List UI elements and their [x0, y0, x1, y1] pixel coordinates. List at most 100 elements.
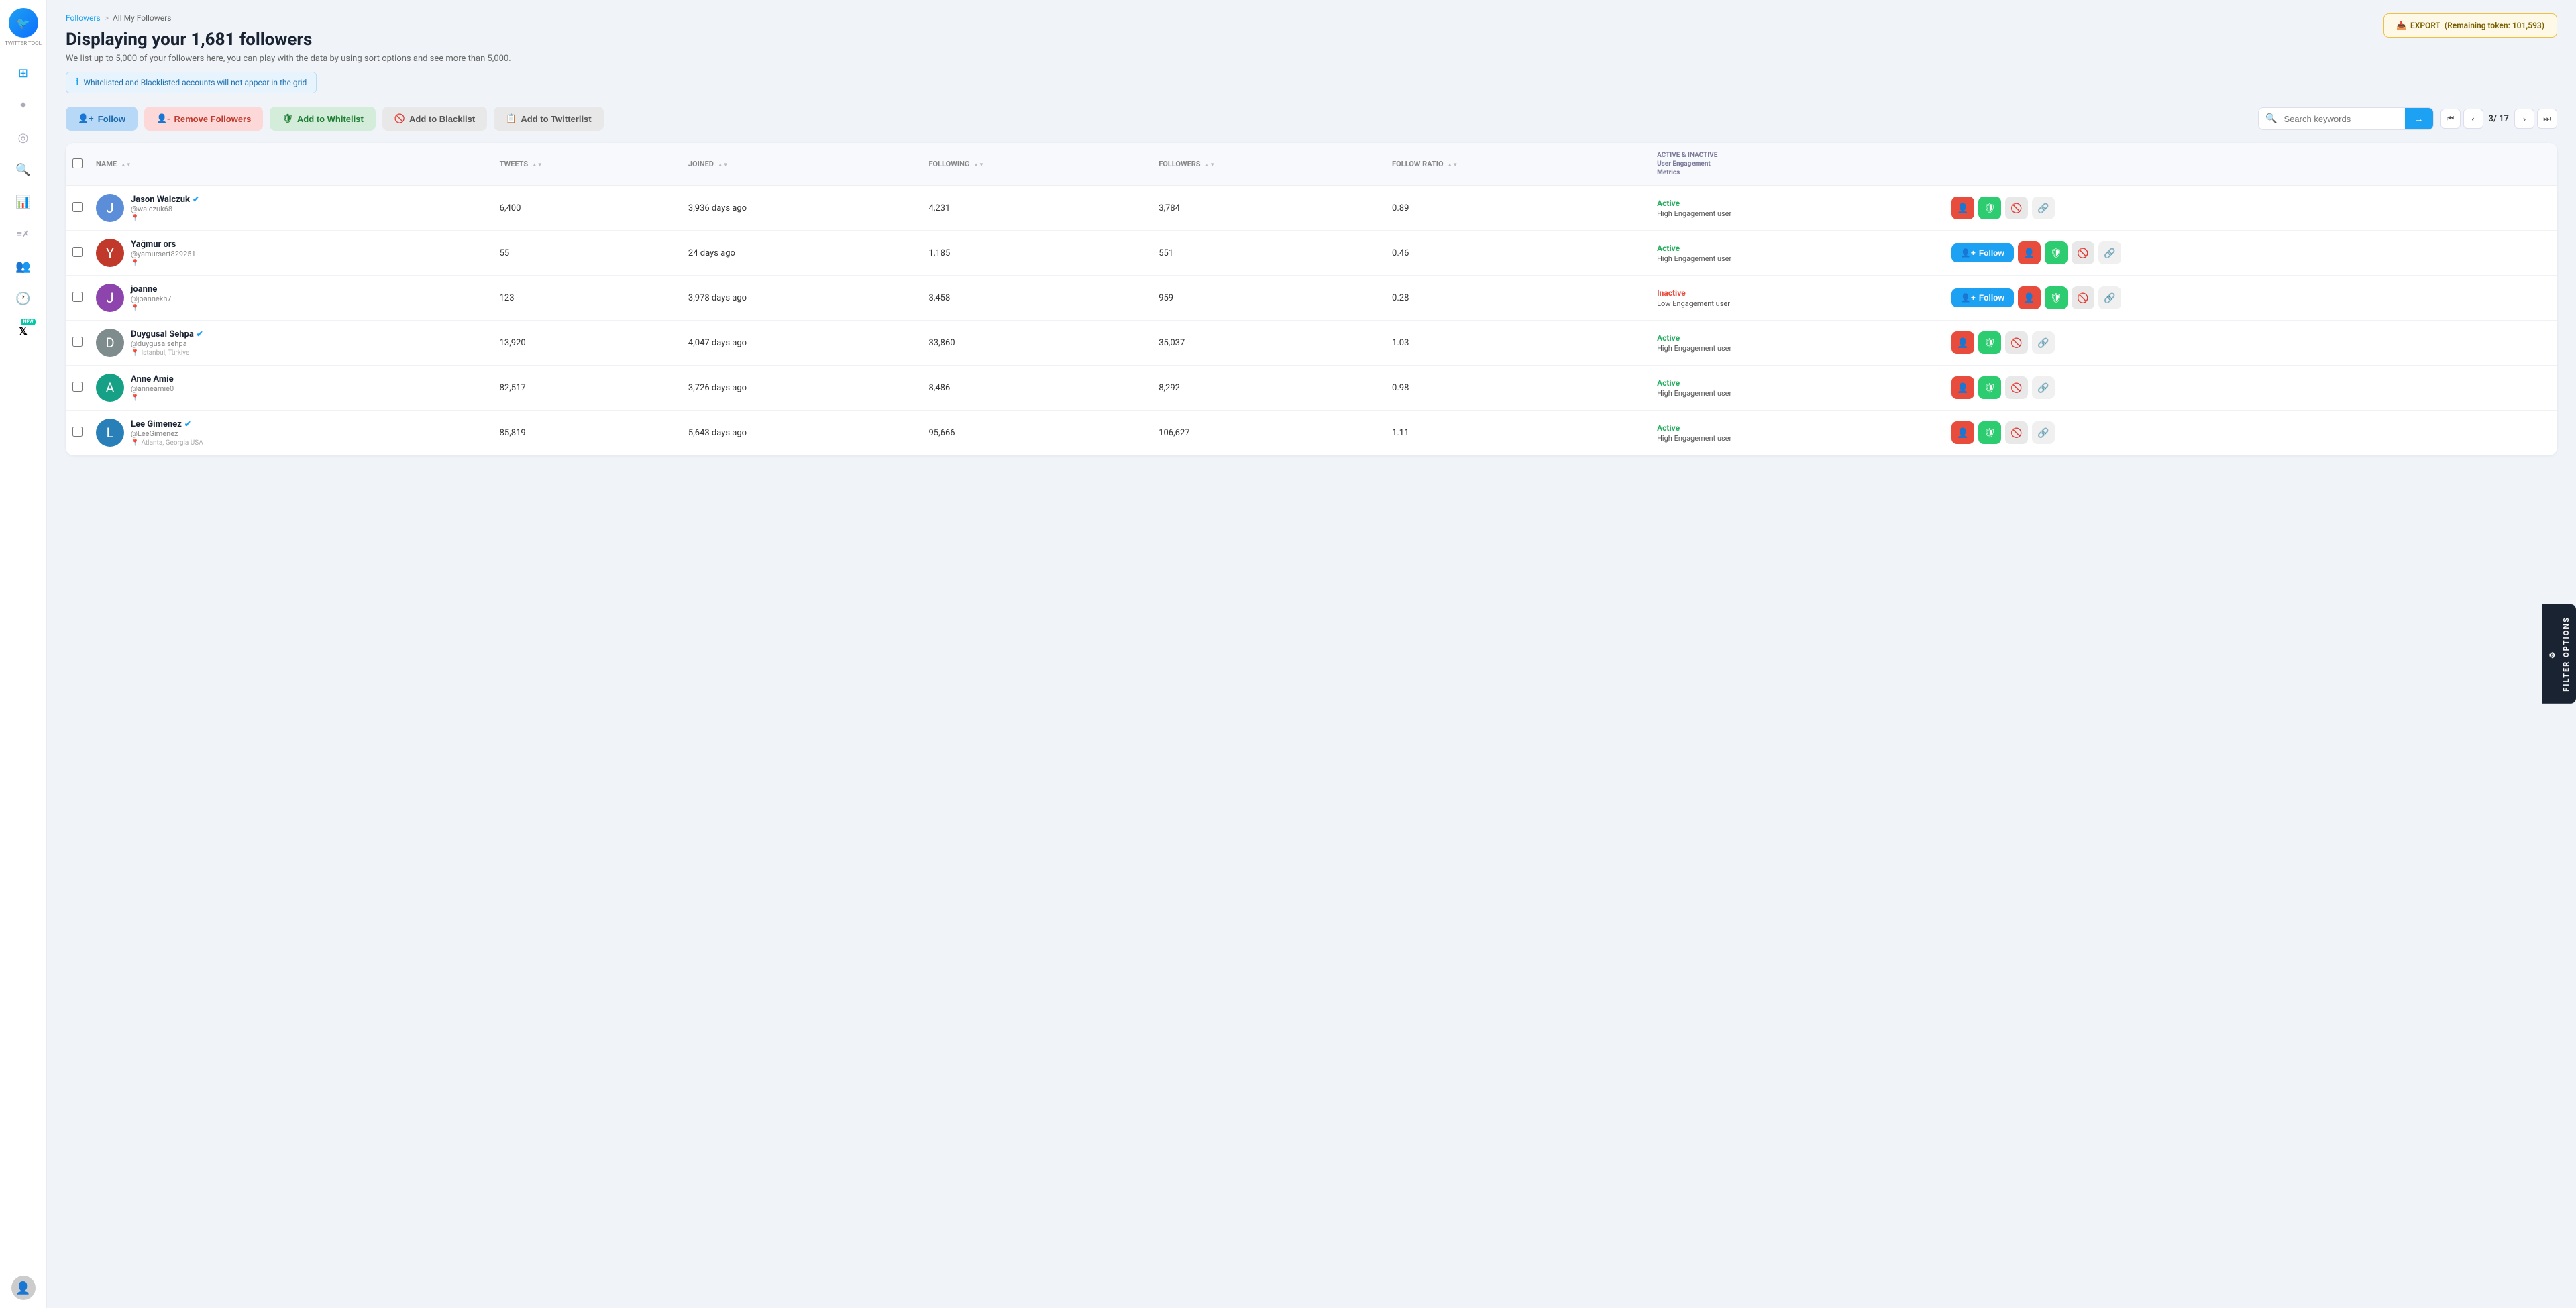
- link-user-button[interactable]: 🔗: [2032, 331, 2055, 354]
- sidebar-item-people[interactable]: 👥: [10, 253, 37, 280]
- row-actions: 👤 🛡 🚫 🔗: [1951, 331, 2551, 354]
- sidebar-item-x[interactable]: 𝕏 NEW: [10, 317, 37, 344]
- whitelist-user-button[interactable]: 🛡: [2045, 241, 2068, 264]
- whitelist-user-button[interactable]: 🛡: [1978, 197, 2001, 219]
- user-cell: J joanne @joannekh7 📍: [89, 276, 493, 321]
- col-engagement-label: User Engagement: [1657, 160, 1938, 168]
- sidebar-item-network[interactable]: ✦: [10, 92, 37, 119]
- sort-tweets-icon[interactable]: ▲▼: [532, 162, 543, 168]
- user-handle: @anneamie0: [131, 384, 174, 393]
- link-user-button[interactable]: 🔗: [2032, 421, 2055, 444]
- sort-joined-icon[interactable]: ▲▼: [718, 162, 729, 168]
- follow-btn-icon: 👤+: [1961, 293, 1976, 303]
- search-submit-button[interactable]: →: [2405, 108, 2433, 129]
- remove-followers-button[interactable]: 👤- Remove Followers: [144, 107, 263, 131]
- user-handle: @joannekh7: [131, 294, 172, 303]
- pagination: ⏮ ‹ 3/ 17 › ⏭: [2440, 109, 2557, 129]
- filter-options-tab[interactable]: ⚙ FILTER OPTIONS: [2542, 604, 2576, 704]
- table-row: J Jason Walczuk ✔ @walczuk68 📍 6,400 3,9…: [66, 186, 2557, 231]
- blacklist-user-button[interactable]: 🚫: [2005, 376, 2028, 399]
- remove-user-button[interactable]: 👤: [1951, 331, 1974, 354]
- sidebar-item-list-x[interactable]: ≡✗: [10, 221, 37, 248]
- blacklist-user-button[interactable]: 🚫: [2005, 331, 2028, 354]
- avatar: D: [96, 329, 124, 357]
- follow-user-button[interactable]: 👤+ Follow: [1951, 243, 2014, 262]
- whitelist-user-button[interactable]: 🛡: [2045, 286, 2068, 309]
- row-checkbox-1[interactable]: [72, 247, 83, 257]
- add-to-whitelist-button[interactable]: 🛡 Add to Whitelist: [270, 107, 375, 131]
- ratio-cell: 1.03: [1385, 321, 1650, 366]
- logo-icon[interactable]: 🐦: [9, 8, 38, 38]
- sort-following-icon[interactable]: ▲▼: [973, 162, 984, 168]
- row-checkbox-0[interactable]: [72, 202, 83, 212]
- col-metrics-label: Metrics: [1657, 168, 1938, 177]
- status-cell: Active High Engagement user: [1650, 366, 1945, 411]
- following-cell: 8,486: [922, 366, 1152, 411]
- user-name: Lee Gimenez ✔: [131, 419, 203, 429]
- whitelist-user-button[interactable]: 🛡: [1978, 421, 2001, 444]
- pagination-next-button[interactable]: ›: [2514, 109, 2534, 129]
- blacklist-user-button[interactable]: 🚫: [2072, 241, 2094, 264]
- select-all-checkbox[interactable]: [72, 158, 83, 168]
- link-user-button[interactable]: 🔗: [2032, 197, 2055, 219]
- follow-user-button[interactable]: 👤+ Follow: [1951, 288, 2014, 307]
- page-subtitle: We list up to 5,000 of your followers he…: [66, 54, 2557, 64]
- avatar[interactable]: 👤: [11, 1276, 36, 1300]
- whitelist-user-button[interactable]: 🛡: [1978, 376, 2001, 399]
- followers-cell: 551: [1152, 231, 1385, 276]
- whitelist-user-button[interactable]: 🛡: [1978, 331, 2001, 354]
- remove-user-button[interactable]: 👤: [2018, 241, 2041, 264]
- ratio-cell: 0.98: [1385, 366, 1650, 411]
- remove-user-button[interactable]: 👤: [1951, 376, 1974, 399]
- user-cell: A Anne Amie @anneamie0 📍: [89, 366, 493, 411]
- engagement-label: High Engagement user: [1657, 254, 1938, 263]
- table-row: Y Yağmur ors @yamursert829251 📍 55 24 da…: [66, 231, 2557, 276]
- pagination-first-button[interactable]: ⏮: [2440, 109, 2461, 129]
- add-to-twitterlist-button[interactable]: 📋 Add to Twitterlist: [494, 107, 603, 131]
- col-name: NAME ▲▼: [89, 143, 493, 186]
- avatar: J: [96, 284, 124, 312]
- sidebar-item-grid[interactable]: ⊞: [10, 60, 37, 87]
- user-info: Lee Gimenez ✔ @LeeGimenez 📍Atlanta, Geor…: [131, 419, 203, 447]
- row-checkbox-2[interactable]: [72, 292, 83, 302]
- search-input[interactable]: [2284, 109, 2405, 129]
- blacklist-user-button[interactable]: 🚫: [2005, 421, 2028, 444]
- sidebar-item-chart[interactable]: 📊: [10, 188, 37, 215]
- remove-user-button[interactable]: 👤: [2018, 286, 2041, 309]
- sidebar-item-clock[interactable]: 🕐: [10, 285, 37, 312]
- export-token-info: (Remaining token: 101,593): [2445, 21, 2544, 30]
- sidebar-item-search[interactable]: 🔍: [10, 156, 37, 183]
- breadcrumb: Followers > All My Followers: [66, 13, 2557, 23]
- pagination-last-button[interactable]: ⏭: [2537, 109, 2557, 129]
- row-checkbox-3[interactable]: [72, 337, 83, 347]
- link-user-button[interactable]: 🔗: [2098, 286, 2121, 309]
- row-checkbox-5[interactable]: [72, 427, 83, 437]
- sort-ratio-icon[interactable]: ▲▼: [1447, 162, 1458, 168]
- link-user-button[interactable]: 🔗: [2032, 376, 2055, 399]
- user-location: 📍Istanbul, Türkiye: [131, 349, 203, 357]
- sort-name-icon[interactable]: ▲▼: [121, 162, 131, 168]
- sidebar: 🐦 TWITTER TOOL ⊞ ✦ ◎ 🔍 📊 ≡✗ 👥 🕐 𝕏 NEW 👤: [0, 0, 47, 1308]
- user-name: Duygusal Sehpa ✔: [131, 329, 203, 339]
- export-button[interactable]: 📥 EXPORT (Remaining token: 101,593): [2383, 13, 2557, 38]
- pagination-prev-button[interactable]: ‹: [2463, 109, 2483, 129]
- engagement-label: High Engagement user: [1657, 344, 1938, 353]
- remove-user-button[interactable]: 👤: [1951, 197, 1974, 219]
- action-cell: 👤 🛡 🚫 🔗: [1945, 411, 2557, 455]
- blacklist-user-button[interactable]: 🚫: [2005, 197, 2028, 219]
- remove-user-button[interactable]: 👤: [1951, 421, 1974, 444]
- row-checkbox-4[interactable]: [72, 382, 83, 392]
- joined-cell: 24 days ago: [682, 231, 922, 276]
- follow-button[interactable]: 👤+ Follow: [66, 107, 138, 131]
- sort-followers-icon[interactable]: ▲▼: [1204, 162, 1215, 168]
- add-to-blacklist-button[interactable]: 🚫 Add to Blacklist: [382, 107, 487, 131]
- avatar: A: [96, 374, 124, 402]
- export-icon: 📥: [2396, 21, 2406, 30]
- sidebar-item-target[interactable]: ◎: [10, 124, 37, 151]
- main-content: Followers > All My Followers Displaying …: [47, 0, 2576, 1308]
- blacklist-user-button[interactable]: 🚫: [2072, 286, 2094, 309]
- followers-cell: 8,292: [1152, 366, 1385, 411]
- breadcrumb-followers[interactable]: Followers: [66, 13, 101, 23]
- link-user-button[interactable]: 🔗: [2098, 241, 2121, 264]
- following-cell: 33,860: [922, 321, 1152, 366]
